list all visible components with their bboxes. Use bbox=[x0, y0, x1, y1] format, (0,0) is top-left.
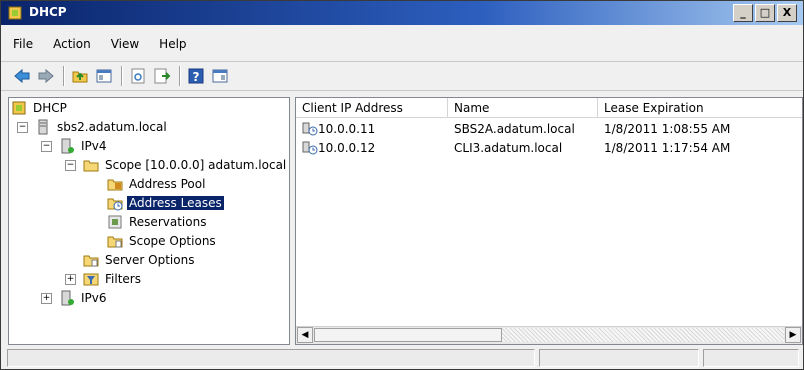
menu-view[interactable]: View bbox=[101, 35, 149, 55]
title-bar[interactable]: DHCP _ □ X bbox=[1, 1, 803, 25]
ipv4-server-icon bbox=[61, 138, 74, 154]
tree-node-filters[interactable]: Filters bbox=[83, 270, 143, 288]
tree-label: DHCP bbox=[33, 101, 67, 115]
dhcp-app-icon bbox=[8, 6, 22, 20]
lease-expiration-cell: 1/8/2011 1:17:54 AM bbox=[604, 141, 731, 155]
export-list-icon[interactable] bbox=[153, 67, 171, 85]
tree-node-server[interactable]: sbs2.adatum.local bbox=[35, 118, 169, 136]
tree-node-server-options[interactable]: Server Options bbox=[83, 251, 196, 269]
status-pane-right bbox=[703, 349, 799, 367]
tree-label: Address Pool bbox=[129, 177, 206, 191]
maximize-button[interactable]: □ bbox=[755, 4, 775, 22]
back-icon[interactable] bbox=[13, 67, 31, 85]
table-row[interactable]: 10.0.0.11 SBS2A.adatum.local 1/8/2011 1:… bbox=[296, 120, 802, 138]
name-cell: SBS2A.adatum.local bbox=[454, 122, 575, 136]
menu-bar: File Action View Help bbox=[1, 35, 803, 55]
tree-label: IPv6 bbox=[81, 291, 107, 305]
dhcp-icon bbox=[12, 101, 26, 115]
tree-node-reservations[interactable]: Reservations bbox=[107, 213, 208, 231]
expand-filters-toggle[interactable]: + bbox=[65, 274, 76, 285]
tree-node-scope-options[interactable]: Scope Options bbox=[107, 232, 218, 250]
address-leases-icon bbox=[107, 198, 123, 211]
tree-node-address-pool[interactable]: Address Pool bbox=[107, 175, 207, 193]
column-header-client-ip[interactable]: Client IP Address bbox=[296, 98, 448, 118]
dhcp-window: DHCP _ □ X File Action View Help ? DHCP … bbox=[0, 0, 804, 370]
tree-label: sbs2.adatum.local bbox=[57, 120, 167, 134]
lease-icon bbox=[302, 122, 318, 136]
expand-ipv6-toggle[interactable]: + bbox=[41, 293, 52, 304]
up-folder-icon[interactable] bbox=[71, 67, 89, 85]
tree-node-ipv4[interactable]: IPv4 bbox=[59, 137, 109, 155]
collapse-server-toggle[interactable]: − bbox=[17, 122, 28, 133]
lease-icon bbox=[302, 141, 318, 155]
scroll-track[interactable] bbox=[502, 328, 784, 342]
console-tree: DHCP − sbs2.adatum.local − IPv4 − Scope … bbox=[8, 97, 290, 345]
scroll-thumb[interactable] bbox=[314, 328, 502, 342]
server-options-icon bbox=[83, 255, 99, 267]
client-ip-cell: 10.0.0.11 bbox=[318, 122, 376, 136]
tree-node-scope[interactable]: Scope [10.0.0.0] adatum.local bbox=[83, 156, 288, 174]
status-bar bbox=[7, 349, 803, 367]
status-pane-main bbox=[7, 349, 535, 367]
tree-label: Scope Options bbox=[129, 234, 216, 248]
tree-label: Scope [10.0.0.0] adatum.local bbox=[105, 158, 287, 172]
address-pool-icon bbox=[107, 179, 123, 191]
svg-text:?: ? bbox=[193, 70, 200, 84]
ipv6-server-icon bbox=[61, 290, 74, 306]
show-hide-tree-icon[interactable] bbox=[95, 67, 113, 85]
minimize-button[interactable]: _ bbox=[733, 4, 753, 22]
reservations-icon bbox=[108, 215, 122, 229]
table-row[interactable]: 10.0.0.12 CLI3.adatum.local 1/8/2011 1:1… bbox=[296, 139, 802, 157]
window-title: DHCP bbox=[29, 5, 67, 19]
name-cell: CLI3.adatum.local bbox=[454, 141, 563, 155]
scope-options-icon bbox=[107, 236, 123, 248]
tree-label: IPv4 bbox=[81, 139, 107, 153]
properties-icon[interactable] bbox=[211, 67, 229, 85]
status-pane-middle bbox=[539, 349, 699, 367]
tree-node-ipv6[interactable]: IPv6 bbox=[59, 289, 109, 307]
client-ip-cell: 10.0.0.12 bbox=[318, 141, 376, 155]
close-button[interactable]: X bbox=[777, 4, 797, 22]
tree-label: Address Leases bbox=[126, 195, 225, 211]
menu-action[interactable]: Action bbox=[43, 35, 101, 55]
tree-label: Reservations bbox=[129, 215, 207, 229]
help-icon[interactable]: ? bbox=[187, 67, 205, 85]
tree-label: Filters bbox=[105, 272, 141, 286]
server-icon bbox=[38, 119, 48, 135]
menu-help[interactable]: Help bbox=[149, 35, 196, 55]
collapse-scope-toggle[interactable]: − bbox=[65, 160, 76, 171]
column-header-lease-expiration[interactable]: Lease Expiration bbox=[598, 98, 802, 118]
tree-node-address-leases[interactable]: Address Leases bbox=[107, 194, 225, 212]
menu-file[interactable]: File bbox=[1, 35, 43, 55]
refresh-icon[interactable] bbox=[129, 67, 147, 85]
filter-icon bbox=[83, 273, 99, 286]
column-header-name[interactable]: Name bbox=[448, 98, 598, 118]
tree-label: Server Options bbox=[105, 253, 195, 267]
scroll-right-arrow-icon[interactable]: ▶ bbox=[785, 327, 801, 343]
leases-list: Client IP Address Name Lease Expiration … bbox=[295, 97, 803, 345]
toolbar: ? bbox=[1, 61, 803, 91]
lease-expiration-cell: 1/8/2011 1:08:55 AM bbox=[604, 122, 731, 136]
forward-icon[interactable] bbox=[37, 67, 55, 85]
collapse-ipv4-toggle[interactable]: − bbox=[41, 141, 52, 152]
horizontal-scrollbar[interactable]: ◀ ▶ bbox=[296, 326, 802, 344]
folder-icon bbox=[83, 160, 99, 172]
tree-node-dhcp[interactable]: DHCP bbox=[11, 99, 69, 117]
scroll-left-arrow-icon[interactable]: ◀ bbox=[297, 327, 313, 343]
